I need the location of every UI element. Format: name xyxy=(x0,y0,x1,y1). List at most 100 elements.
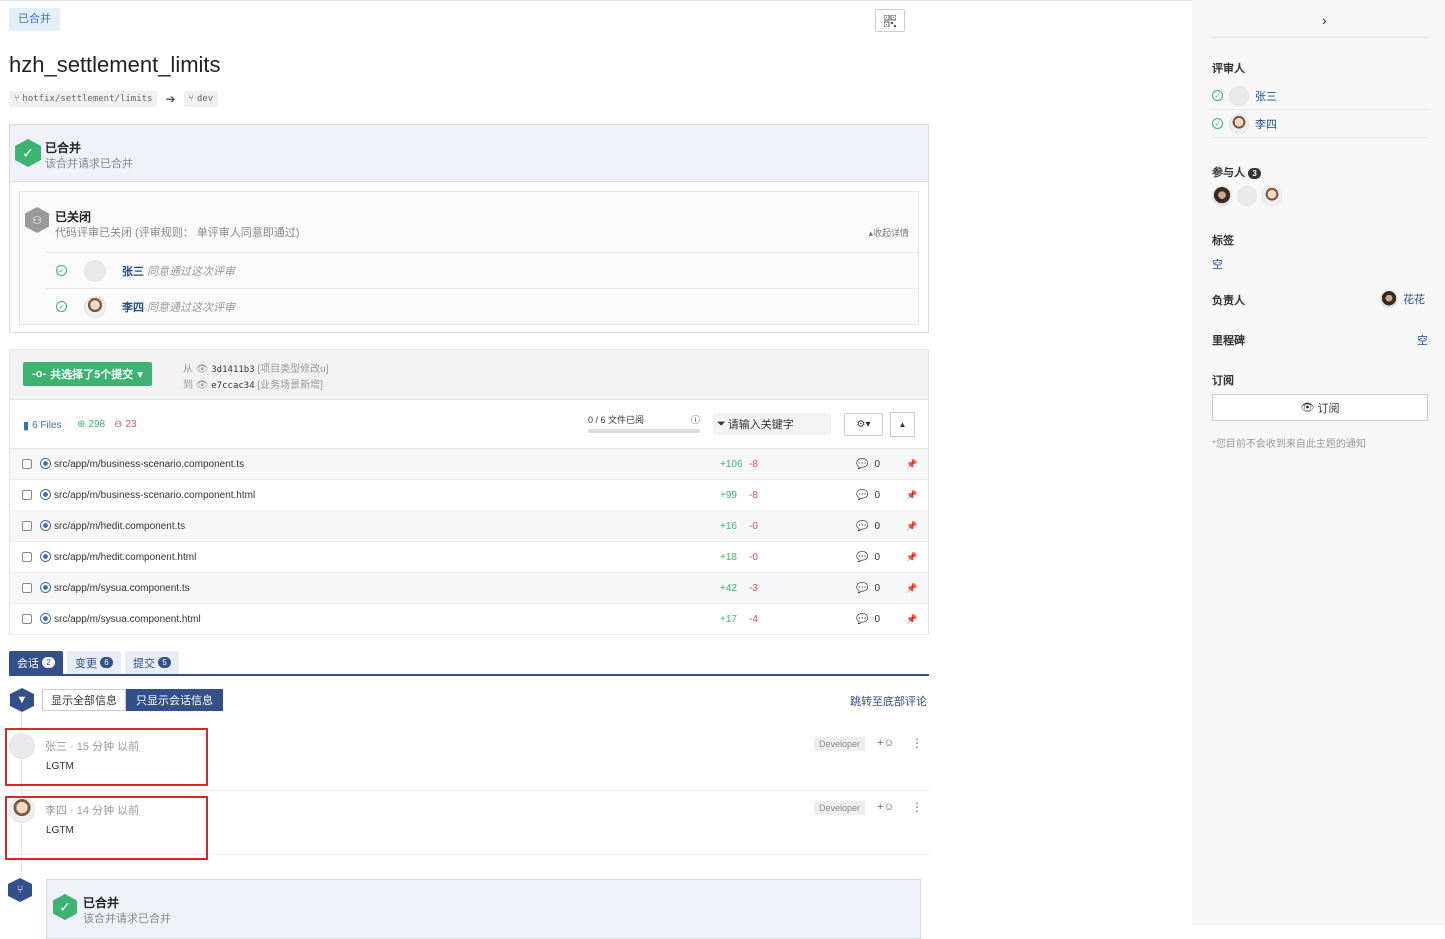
file-row[interactable]: src/app/m/hedit.component.ts +16 -0 💬 0 📌 xyxy=(10,511,928,542)
reviewer-row: ✓ 张三 同意通过这次评审 xyxy=(45,252,920,288)
file-comments: 💬 0 xyxy=(856,458,881,470)
eye-icon: 👁 xyxy=(1300,402,1315,414)
file-count: ▮ 6 Files xyxy=(23,420,62,432)
source-branch[interactable]: ⑂ hotfix/settlement/limits xyxy=(9,91,158,107)
file-path[interactable]: src/app/m/hedit.component.html xyxy=(54,552,196,563)
file-deletions: -0 xyxy=(749,551,758,563)
check-icon: ✓ xyxy=(53,894,77,920)
file-path[interactable]: src/app/m/business-scenario.component.ts xyxy=(54,459,244,470)
more-options-icon[interactable]: ⋮ xyxy=(911,800,923,814)
subscribe-title: 订阅 xyxy=(1212,375,1234,387)
role-badge: Developer xyxy=(814,737,866,751)
file-deletions: -0 xyxy=(749,520,758,532)
avatar xyxy=(1229,113,1249,134)
pin-icon[interactable]: 📌 xyxy=(906,614,917,625)
review-subtitle: 代码评审已关闭 (评审规则： 单评审人同意即通过) xyxy=(55,227,300,239)
show-all-button[interactable]: 显示全部信息 xyxy=(42,689,126,711)
deletions-count: ⊖ 23 xyxy=(114,419,137,430)
tab-changes[interactable]: 变更 6 xyxy=(67,651,121,674)
more-options-icon[interactable]: ⋮ xyxy=(911,736,923,750)
comments-icon: 💬 xyxy=(856,520,869,532)
avatar[interactable] xyxy=(1262,186,1282,206)
sidebar: › 评审人 ✓ 张三 ✓ 李四 参与人 3 标签 空 负责人 花花 里程碑 空 … xyxy=(1192,0,1445,925)
pin-icon[interactable]: 📌 xyxy=(906,459,917,470)
reviewer-row: ✓ 李四 同意通过这次评审 xyxy=(45,288,920,324)
target-branch[interactable]: ⑂ dev xyxy=(183,91,219,107)
file-type-icon xyxy=(40,582,51,593)
merge-event-icon: ⑂ xyxy=(8,878,32,902)
file-comments: 💬 0 xyxy=(856,489,881,501)
avatar xyxy=(84,295,106,318)
pin-icon[interactable]: 📌 xyxy=(906,490,917,501)
collapse-details-link[interactable]: ▴收起详情 xyxy=(868,226,909,239)
gear-icon: ⚙▾ xyxy=(856,419,871,430)
file-viewed-checkbox[interactable] xyxy=(22,583,32,593)
merge-event-title: 已合并 xyxy=(83,896,120,910)
file-row[interactable]: src/app/m/sysua.component.html +17 -4 💬 0 📌 xyxy=(10,604,928,635)
file-additions: +42 xyxy=(720,582,737,594)
commit-to: 到 👁 e7ccac34 [业务场景新增] xyxy=(183,380,323,391)
files-header: ▮ 6 Files ⊕ 298 ⊖ 23 0 / 6 文件已阅 ⓘ ⏷ 请输入关键字 ⚙▾… xyxy=(10,400,928,449)
avatar[interactable] xyxy=(1237,186,1257,206)
avatar[interactable] xyxy=(1212,186,1232,206)
file-comments: 💬 0 xyxy=(856,551,881,563)
select-commits-button[interactable]: -o- 共选择了5个提交 ▾ xyxy=(23,362,152,386)
file-viewed-checkbox[interactable] xyxy=(22,552,32,562)
file-row[interactable]: src/app/m/sysua.component.ts +42 -3 💬 0 📌 xyxy=(10,573,928,604)
file-row[interactable]: src/app/m/business-scenario.component.ts… xyxy=(10,449,928,480)
file-viewed-checkbox[interactable] xyxy=(22,490,32,500)
main-panel: 已合并 hzh_settlement_limits ⑂ hotfix/settle… xyxy=(0,0,1192,939)
approved-icon: ✓ xyxy=(1212,118,1223,129)
add-reaction-button[interactable]: +☺ xyxy=(877,801,895,813)
tab-bar: 会话 2 变更 6 提交 5 xyxy=(9,651,929,676)
file-row[interactable]: src/app/m/business-scenario.component.ht… xyxy=(10,480,928,511)
chevron-right-icon[interactable]: › xyxy=(1322,12,1327,28)
reviewer-name[interactable]: 张三 xyxy=(122,263,144,279)
jump-bottom-link[interactable]: 跳转至底部评论 xyxy=(850,693,927,709)
comments-icon: 💬 xyxy=(856,582,869,594)
filter-icon: ⏷ xyxy=(717,417,726,430)
file-additions: +18 xyxy=(720,551,737,563)
reviewer-name[interactable]: 李四 xyxy=(122,299,144,315)
reviewer-name[interactable]: 张三 xyxy=(1255,88,1277,104)
subscribe-note: *您目前不会收到来自此主题的通知 xyxy=(1212,439,1366,450)
qr-code-button[interactable] xyxy=(875,9,905,32)
file-path[interactable]: src/app/m/sysua.component.ts xyxy=(54,583,190,594)
eye-icon: 👁 xyxy=(195,380,209,391)
milestone-title: 里程碑 xyxy=(1212,335,1245,347)
show-conversation-button[interactable]: 只显示会话信息 xyxy=(126,689,223,711)
file-path[interactable]: src/app/m/business-scenario.component.ht… xyxy=(54,490,255,501)
file-viewed-checkbox[interactable] xyxy=(22,614,32,624)
sidebar-reviewer: ✓ 李四 xyxy=(1212,110,1428,138)
file-path[interactable]: src/app/m/sysua.component.html xyxy=(54,614,201,625)
add-reaction-button[interactable]: +☺ xyxy=(877,737,895,749)
labels-value[interactable]: 空 xyxy=(1212,256,1223,272)
file-deletions: -8 xyxy=(749,489,758,501)
file-list: src/app/m/business-scenario.component.ts… xyxy=(10,449,928,635)
file-filter-input[interactable]: ⏷ 请输入关键字 xyxy=(713,413,831,435)
pin-icon[interactable]: 📌 xyxy=(906,583,917,594)
milestone-value[interactable]: 空 xyxy=(1417,332,1428,348)
file-viewed-checkbox[interactable] xyxy=(22,459,32,469)
collapse-up-button[interactable]: ▲ xyxy=(890,412,915,437)
subscribe-button[interactable]: 👁 订阅 xyxy=(1212,394,1428,421)
file-viewed-checkbox[interactable] xyxy=(22,521,32,531)
pin-icon[interactable]: 📌 xyxy=(906,552,917,563)
info-icon[interactable]: ⓘ xyxy=(691,413,700,426)
reviewer-name[interactable]: 李四 xyxy=(1255,116,1277,132)
file-path[interactable]: src/app/m/hedit.component.ts xyxy=(54,521,185,532)
eye-icon: 👁 xyxy=(195,364,209,375)
role-badge: Developer xyxy=(814,801,866,815)
file-row[interactable]: src/app/m/hedit.component.html +18 -0 💬 0 📌 xyxy=(10,542,928,573)
file-deletions: -8 xyxy=(749,458,758,470)
pin-icon[interactable]: 📌 xyxy=(906,521,917,532)
tab-conversation[interactable]: 会话 2 xyxy=(9,651,63,674)
tab-commits[interactable]: 提交 5 xyxy=(125,651,179,674)
sidebar-reviewer: ✓ 张三 xyxy=(1212,82,1428,110)
settings-dropdown-button[interactable]: ⚙▾ xyxy=(844,413,883,436)
reviewer-note: 同意通过这次评审 xyxy=(147,301,235,314)
assignee[interactable]: 花花 xyxy=(1380,290,1425,308)
branch-info: ⑂ hotfix/settlement/limits ➔ ⑂ dev xyxy=(9,91,219,107)
divider xyxy=(1212,37,1428,38)
check-icon: ✓ xyxy=(15,139,41,167)
